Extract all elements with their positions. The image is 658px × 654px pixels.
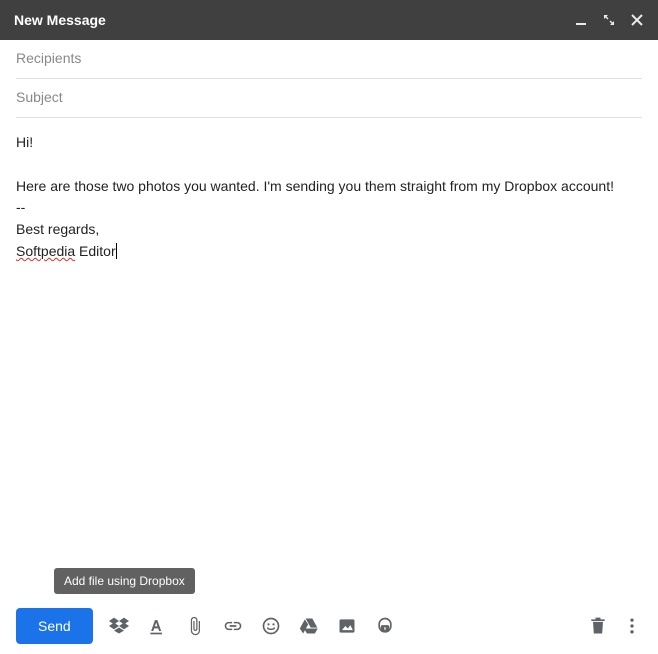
toolbar-right bbox=[588, 616, 642, 636]
signature-line2: Softpedia Editor bbox=[16, 241, 642, 263]
drive-icon[interactable] bbox=[299, 616, 319, 636]
close-icon[interactable] bbox=[630, 13, 644, 27]
formatting-icon[interactable] bbox=[147, 616, 167, 636]
minimize-icon[interactable] bbox=[574, 13, 588, 27]
window-controls bbox=[574, 13, 644, 27]
more-icon[interactable] bbox=[622, 616, 642, 636]
titlebar: New Message bbox=[0, 0, 658, 40]
compose-toolbar: Send bbox=[0, 598, 658, 654]
dropbox-tooltip: Add file using Dropbox bbox=[54, 568, 195, 594]
link-icon[interactable] bbox=[223, 616, 243, 636]
message-body[interactable]: Hi! Here are those two photos you wanted… bbox=[0, 118, 658, 262]
subject-field-row bbox=[16, 79, 642, 118]
attach-icon[interactable] bbox=[185, 616, 205, 636]
signature-line1: Best regards, bbox=[16, 219, 642, 241]
insert-photo-icon[interactable] bbox=[337, 616, 357, 636]
trash-icon[interactable] bbox=[588, 616, 608, 636]
window-title: New Message bbox=[14, 12, 574, 28]
confidential-mode-icon[interactable] bbox=[375, 616, 395, 636]
recipients-input[interactable] bbox=[16, 50, 642, 66]
send-button[interactable]: Send bbox=[16, 608, 93, 644]
body-paragraph: Here are those two photos you wanted. I'… bbox=[16, 176, 642, 198]
text-cursor bbox=[116, 243, 117, 259]
format-tools bbox=[109, 616, 395, 636]
signature-separator: -- bbox=[16, 197, 642, 219]
header-fields bbox=[0, 40, 658, 118]
dropbox-icon[interactable] bbox=[109, 616, 129, 636]
emoji-icon[interactable] bbox=[261, 616, 281, 636]
subject-input[interactable] bbox=[16, 89, 642, 105]
recipients-field-row bbox=[16, 40, 642, 79]
expand-icon[interactable] bbox=[602, 13, 616, 27]
signature-misspelled-word: Softpedia bbox=[16, 243, 75, 259]
body-greeting: Hi! bbox=[16, 132, 642, 154]
